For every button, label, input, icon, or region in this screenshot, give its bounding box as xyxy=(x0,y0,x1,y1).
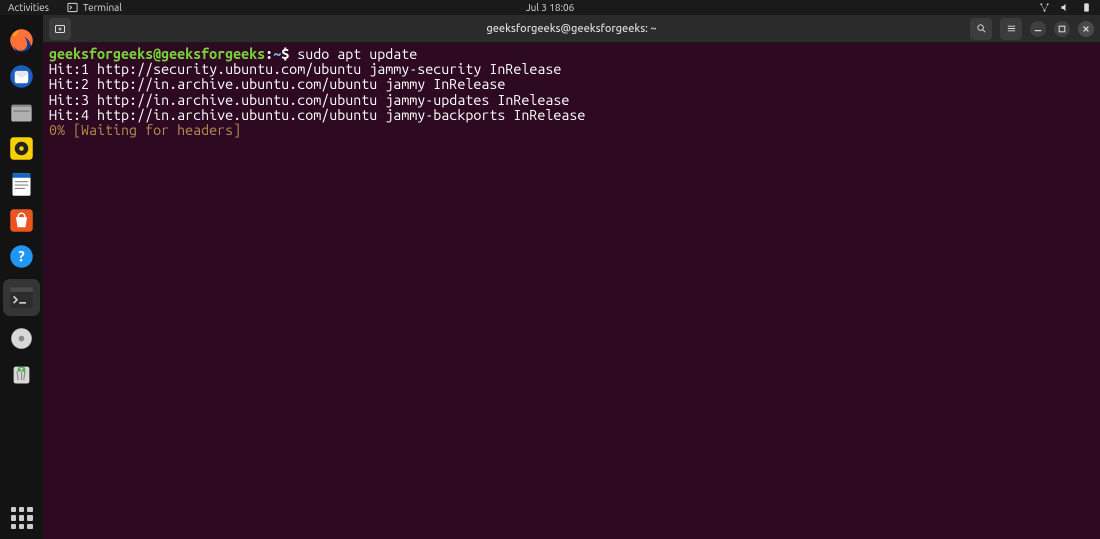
new-tab-icon xyxy=(54,23,66,35)
close-button[interactable] xyxy=(1078,21,1094,37)
app-menu[interactable]: Terminal xyxy=(67,2,122,13)
dock-firefox[interactable] xyxy=(8,27,35,54)
rhythmbox-icon xyxy=(8,135,35,162)
prompt-user-host: geeksforgeeks@geeksforgeeks xyxy=(49,46,265,62)
power-icon xyxy=(1081,2,1092,13)
window-titlebar: geeksforgeeks@geeksforgeeks: ~ xyxy=(43,15,1100,43)
maximize-icon xyxy=(1058,25,1066,33)
new-tab-button[interactable] xyxy=(49,18,71,40)
minimize-icon xyxy=(1034,25,1042,33)
command-text: sudo apt update xyxy=(297,46,417,62)
prompt-colon: : xyxy=(265,46,273,62)
prompt-path: ~ xyxy=(273,46,281,62)
network-icon xyxy=(1039,2,1050,13)
output-line: Hit:2 http://in.archive.ubuntu.com/ubunt… xyxy=(49,76,505,92)
help-icon: ? xyxy=(8,243,35,270)
system-tray[interactable] xyxy=(1039,2,1092,13)
terminal-app-icon xyxy=(8,284,35,311)
maximize-button[interactable] xyxy=(1054,21,1070,37)
activities-button[interactable]: Activities xyxy=(8,2,49,13)
trash-icon xyxy=(8,361,35,388)
window-title: geeksforgeeks@geeksforgeeks: ~ xyxy=(486,23,656,35)
software-icon xyxy=(8,207,35,234)
menu-button[interactable] xyxy=(1000,18,1022,40)
search-icon xyxy=(976,23,987,34)
progress-line: 0% [Waiting for headers] xyxy=(49,122,241,138)
svg-text:?: ? xyxy=(18,248,25,265)
show-applications[interactable] xyxy=(11,507,33,529)
dock-terminal[interactable] xyxy=(3,279,40,316)
volume-icon xyxy=(1060,2,1071,13)
ubuntu-dock: ? xyxy=(0,15,43,539)
dock-software[interactable] xyxy=(8,207,35,234)
thunderbird-icon xyxy=(8,63,35,90)
search-button[interactable] xyxy=(970,18,992,40)
gnome-topbar: Activities Terminal Jul 3 18:06 xyxy=(0,0,1100,15)
dock-thunderbird[interactable] xyxy=(8,63,35,90)
close-icon xyxy=(1082,25,1090,33)
disk-icon xyxy=(8,325,35,352)
minimize-button[interactable] xyxy=(1030,21,1046,37)
dock-files[interactable] xyxy=(8,99,35,126)
dock-help[interactable]: ? xyxy=(8,243,35,270)
output-line: Hit:4 http://in.archive.ubuntu.com/ubunt… xyxy=(49,107,585,123)
terminal-content[interactable]: geeksforgeeks@geeksforgeeks:~$ sudo apt … xyxy=(43,43,1100,539)
dock-disk[interactable] xyxy=(8,325,35,352)
terminal-window: geeksforgeeks@geeksforgeeks: ~ geeksforg… xyxy=(43,15,1100,539)
app-menu-label: Terminal xyxy=(83,2,122,13)
prompt-sigil: $ xyxy=(281,46,297,62)
firefox-icon xyxy=(8,27,35,54)
dock-trash[interactable] xyxy=(8,361,35,388)
terminal-icon xyxy=(67,2,78,13)
dock-writer[interactable] xyxy=(8,171,35,198)
output-line: Hit:1 http://security.ubuntu.com/ubuntu … xyxy=(49,61,561,77)
writer-icon xyxy=(8,171,35,198)
dock-rhythmbox[interactable] xyxy=(8,135,35,162)
hamburger-icon xyxy=(1006,23,1017,34)
output-line: Hit:3 http://in.archive.ubuntu.com/ubunt… xyxy=(49,92,569,108)
clock[interactable]: Jul 3 18:06 xyxy=(526,2,575,13)
files-icon xyxy=(8,99,35,126)
